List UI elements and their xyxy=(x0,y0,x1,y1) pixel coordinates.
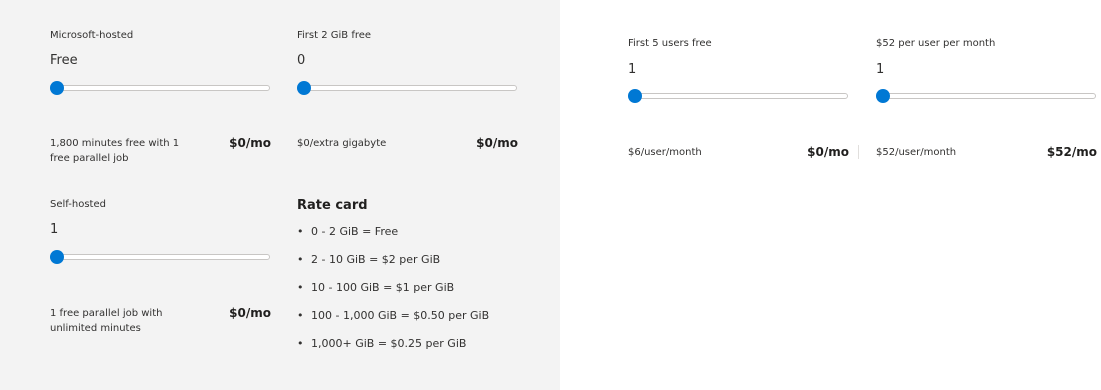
rate-card-item: • 100 - 1,000 GiB = $0.50 per GiB xyxy=(297,306,489,334)
microsoft-hosted-price: $0/mo xyxy=(229,136,271,150)
slider-track xyxy=(628,93,848,99)
microsoft-hosted-slider[interactable] xyxy=(50,81,270,95)
bullet-icon: • xyxy=(297,253,304,266)
basic-users-slider[interactable] xyxy=(628,89,848,103)
column-divider xyxy=(858,145,859,159)
rate-card-item: • 10 - 100 GiB = $1 per GiB xyxy=(297,278,489,306)
slider-thumb[interactable] xyxy=(876,89,890,103)
microsoft-hosted-value: Free xyxy=(50,53,78,68)
test-plans-description: $52/user/month xyxy=(876,147,957,158)
slider-thumb[interactable] xyxy=(50,81,64,95)
slider-track xyxy=(50,254,270,260)
bullet-icon: • xyxy=(297,337,304,350)
rate-card-title: Rate card xyxy=(297,198,368,213)
test-plans-caption: $52 per user per month xyxy=(876,38,996,49)
artifacts-description: $0/extra gigabyte xyxy=(297,138,387,149)
microsoft-hosted-caption: Microsoft-hosted xyxy=(50,30,134,41)
artifacts-caption: First 2 GiB free xyxy=(297,30,372,41)
rate-card-item: • 1,000+ GiB = $0.25 per GiB xyxy=(297,334,489,362)
rate-card-list: • 0 - 2 GiB = Free • 2 - 10 GiB = $2 per G… xyxy=(297,222,489,362)
basic-users-value: 1 xyxy=(628,62,637,77)
artifacts-value: 0 xyxy=(297,53,306,68)
test-plans-price: $52/mo xyxy=(1046,145,1097,159)
artifacts-price: $0/mo xyxy=(476,136,518,150)
self-hosted-description: 1 free parallel job with unlimited minut… xyxy=(50,308,163,334)
test-plans-slider[interactable] xyxy=(876,89,1096,103)
slider-track xyxy=(876,93,1096,99)
bullet-icon: • xyxy=(297,225,304,238)
self-hosted-value: 1 xyxy=(50,222,59,237)
bullet-icon: • xyxy=(297,281,304,294)
self-hosted-caption: Self-hosted xyxy=(50,199,106,210)
rate-card-item: • 2 - 10 GiB = $2 per GiB xyxy=(297,250,489,278)
slider-track xyxy=(50,85,270,91)
basic-users-caption: First 5 users free xyxy=(628,38,712,49)
rate-card-item: • 0 - 2 GiB = Free xyxy=(297,222,489,250)
test-plans-value: 1 xyxy=(876,62,885,77)
self-hosted-price: $0/mo xyxy=(229,306,271,320)
slider-thumb[interactable] xyxy=(50,250,64,264)
basic-users-description: $6/user/month xyxy=(628,147,702,158)
artifacts-slider[interactable] xyxy=(297,81,517,95)
microsoft-hosted-description: 1,800 minutes free with 1 free parallel … xyxy=(50,138,180,164)
self-hosted-slider[interactable] xyxy=(50,250,270,264)
basic-users-price: $0/mo xyxy=(807,145,849,159)
pipelines-artifacts-panel: Microsoft-hosted Free 1,800 minutes free… xyxy=(0,0,560,390)
slider-thumb[interactable] xyxy=(628,89,642,103)
slider-track xyxy=(297,85,517,91)
slider-thumb[interactable] xyxy=(297,81,311,95)
bullet-icon: • xyxy=(297,309,304,322)
